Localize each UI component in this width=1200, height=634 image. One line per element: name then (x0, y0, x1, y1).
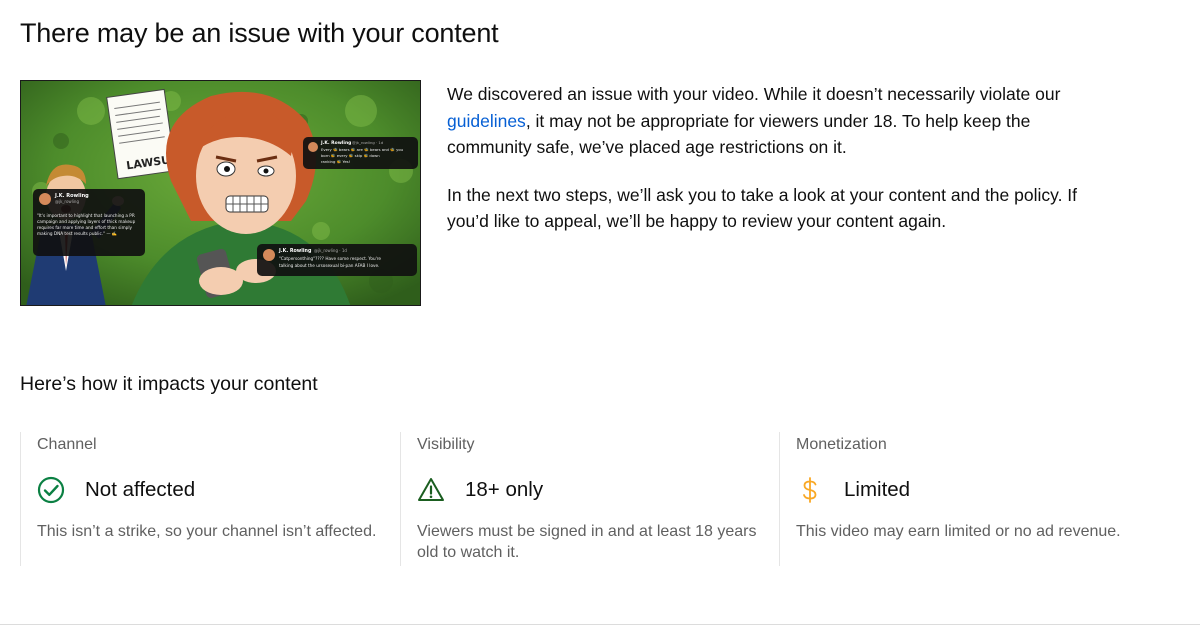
impact-heading: Here’s how it impacts your content (20, 373, 318, 395)
impact-status-row: 18+ only (417, 474, 780, 506)
tweet-top-line: ranking 🐝 Yes! (321, 159, 350, 164)
tweet-left-handle: @jk_rowling (55, 199, 79, 204)
tweet-top-line: born 🐝 every 🐝 skip 🐝 down (321, 153, 380, 158)
description-paragraph-2: In the next two steps, we’ll ask you to … (447, 184, 1078, 232)
issue-description: We discovered an issue with your video. … (447, 81, 1087, 256)
divider (0, 624, 1200, 625)
guidelines-link[interactable]: guidelines (447, 111, 526, 131)
impact-label: Channel (37, 436, 97, 453)
impact-column-visibility: Visibility 18+ only Viewers must be sign… (400, 432, 780, 566)
tweet-card-top-right: J.K. Rowling @jk_rowling · 1d Every 🐝 be… (303, 137, 418, 169)
tweet-left-line: campaign and applying layers of thick ma… (37, 219, 136, 224)
tweet-bottom-name: J.K. Rowling (278, 248, 312, 254)
dollar-icon (796, 476, 824, 504)
tweet-top-name: J.K. Rowling (320, 140, 351, 146)
tweet-bottom-line: talking about the ursosexual bi-pan AFAB… (279, 263, 379, 268)
description-paragraph-1: We discovered an issue with your video. … (447, 81, 1087, 161)
tweet-top-handle: @jk_rowling · 1d (352, 140, 384, 145)
description-text: We discovered an issue with your video. … (447, 84, 1061, 104)
impact-status: 18+ only (465, 478, 544, 501)
impact-column-monetization: Monetization Limited This video may earn… (779, 432, 1179, 566)
impact-description: This video may earn limited or no ad rev… (796, 523, 1121, 540)
warning-triangle-icon (417, 476, 445, 504)
impact-label: Visibility (417, 436, 475, 453)
impact-description: Viewers must be signed in and at least 1… (417, 523, 757, 561)
tweet-card-left: J.K. Rowling @jk_rowling "It's important… (33, 189, 145, 256)
thumbnail-illustration: LAWSUIT J.K. Rowling @jk_rowling "It's i (21, 81, 420, 305)
impact-description: This isn’t a strike, so your channel isn… (37, 523, 377, 540)
page-title: There may be an issue with your content (20, 18, 499, 48)
video-thumbnail[interactable]: LAWSUIT J.K. Rowling @jk_rowling "It's i (20, 80, 421, 306)
tweet-bottom-line: "Catpersonthing"???? Have some respect. … (279, 256, 381, 261)
impact-status-row: Limited (796, 474, 1179, 506)
tweet-top-line: Every 🐝 bears 🐝 are 🐝 bears and 🐝 you (321, 147, 404, 152)
impact-status: Not affected (85, 478, 196, 501)
impact-status-row: Not affected (37, 474, 401, 506)
impact-column-channel: Channel Not affected This isn’t a strike… (20, 432, 401, 566)
check-circle-icon (37, 476, 65, 504)
tweet-bottom-handle: @jk_rowling · 1d (314, 248, 347, 253)
tweet-left-line: making DNA test results public." — ✍️ (37, 231, 117, 236)
impact-status: Limited (844, 478, 911, 501)
description-text: , it may not be appropriate for viewers … (447, 110, 1031, 158)
tweet-left-line: "It's important to highlight that launch… (37, 213, 135, 218)
tweet-card-bottom-right: J.K. Rowling @jk_rowling · 1d "Catperson… (257, 244, 417, 276)
tweet-left-line: requires far more time and effort than s… (37, 225, 132, 230)
impact-label: Monetization (796, 436, 887, 453)
